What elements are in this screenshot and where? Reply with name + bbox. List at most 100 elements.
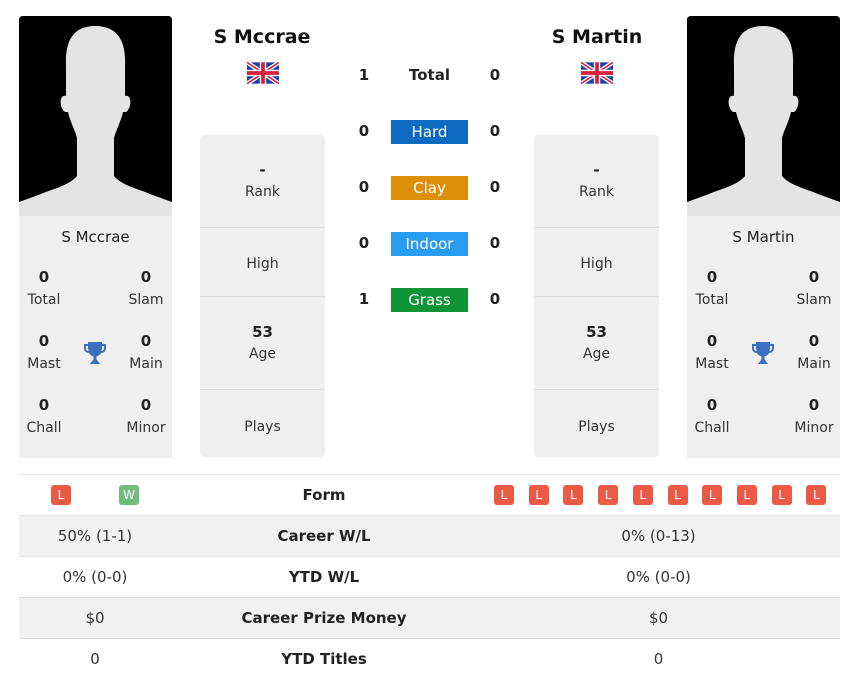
stat-label: Main	[797, 356, 831, 372]
form-loss-badge[interactable]: L	[563, 485, 584, 505]
form-loss-badge[interactable]: L	[806, 485, 827, 505]
stat-label: Minor	[126, 420, 166, 436]
h2h-total-row: 1 Total 0	[340, 64, 520, 88]
age-value: 53	[586, 323, 607, 341]
form-win-badge[interactable]: W	[119, 485, 139, 505]
stat-value: 0	[808, 332, 820, 350]
silhouette-icon	[687, 16, 840, 216]
h2h-right-value: 0	[489, 290, 501, 308]
left-value: $0	[85, 609, 105, 627]
player-name-right-card[interactable]: S Martin	[687, 228, 840, 246]
form-loss-badge[interactable]: L	[632, 485, 653, 505]
surface-grass-badge[interactable]: Grass	[391, 288, 468, 312]
stat-value: 0	[38, 332, 50, 350]
rank-label: Rank	[245, 184, 280, 200]
form-loss-badge[interactable]: L	[667, 485, 688, 505]
uk-flag-icon	[247, 62, 279, 84]
stat-label: Chall	[26, 420, 62, 436]
right-value: 0% (0-13)	[621, 527, 696, 545]
stat-label: Minor	[794, 420, 834, 436]
row-label: YTD W/L	[288, 568, 360, 586]
surface-indoor-badge[interactable]: Indoor	[391, 232, 468, 256]
trophy-icon	[752, 342, 774, 364]
age-label: Age	[248, 346, 277, 362]
silhouette-icon	[19, 16, 172, 216]
form-loss-badge[interactable]: L	[528, 485, 549, 505]
stat-total: 0 Total	[682, 268, 742, 308]
h2h-indoor-row: 0 Indoor 0	[340, 232, 520, 256]
rank-cell: - Rank	[534, 135, 659, 228]
h2h-total-label: Total	[409, 66, 450, 84]
high-cell: High	[200, 228, 325, 297]
stat-total: 0 Total	[14, 268, 74, 308]
player-name-left-card[interactable]: S Mccrae	[19, 228, 172, 246]
stat-label: Chall	[694, 420, 730, 436]
high-label: High	[580, 256, 613, 272]
plays-label: Plays	[244, 419, 281, 435]
stat-slam: 0 Slam	[116, 268, 176, 308]
surface-hard-badge[interactable]: Hard	[391, 120, 468, 144]
high-cell: High	[534, 228, 659, 297]
h2h-clay-row: 0 Clay 0	[340, 176, 520, 200]
form-loss-badge[interactable]: L	[494, 485, 514, 505]
plays-cell: Plays	[200, 390, 325, 457]
stat-value: 0	[38, 396, 50, 414]
player-name-right[interactable]: S Martin	[497, 26, 697, 48]
row-label: YTD Titles	[281, 650, 367, 668]
age-value: 53	[252, 323, 273, 341]
comparison-table: LW Form LLLLLLLLLL 50% (1-1) Career W/L …	[19, 474, 840, 680]
uk-flag-icon	[581, 62, 613, 84]
stat-label: Slam	[128, 292, 164, 308]
h2h-right-value: 0	[489, 234, 501, 252]
stat-value: 0	[140, 396, 152, 414]
left-value: 0% (0-0)	[62, 568, 128, 586]
stat-main: 0 Main	[116, 332, 176, 372]
titles-card-right: S Martin 0 Total 0 Slam 0 Mast 0 Main 0 …	[687, 216, 840, 458]
h2h-right-value: 0	[489, 178, 501, 196]
rank-value: -	[259, 161, 266, 179]
age-cell: 53 Age	[200, 297, 325, 390]
table-row: 0 YTD Titles 0	[19, 639, 840, 680]
right-value: $0	[648, 609, 669, 627]
form-row: LW Form LLLLLLLLLL	[19, 475, 840, 516]
stat-value: 0	[706, 332, 718, 350]
surface-clay-badge[interactable]: Clay	[391, 176, 468, 200]
h2h-grass-row: 1 Grass 0	[340, 288, 520, 312]
rank-label: Rank	[579, 184, 614, 200]
stat-label: Slam	[796, 292, 832, 308]
stat-mast: 0 Mast	[14, 332, 74, 372]
stat-chall: 0 Chall	[14, 396, 74, 436]
form-loss-badge[interactable]: L	[51, 485, 71, 505]
left-value: 50% (1-1)	[57, 527, 133, 545]
h2h-right-value: 0	[489, 122, 501, 140]
form-loss-badge[interactable]: L	[736, 485, 757, 505]
stat-label: Mast	[695, 356, 729, 372]
table-row: $0 Career Prize Money $0	[19, 598, 840, 639]
high-label: High	[246, 256, 279, 272]
age-cell: 53 Age	[534, 297, 659, 390]
stat-value: 0	[706, 268, 718, 286]
stat-slam: 0 Slam	[784, 268, 844, 308]
player-photo-right	[687, 16, 840, 216]
h2h-left-value: 0	[358, 178, 370, 196]
row-label: Career Prize Money	[241, 609, 407, 627]
form-loss-badge[interactable]: L	[598, 485, 619, 505]
stat-value: 0	[38, 268, 50, 286]
info-card-left: - Rank High 53 Age Plays	[200, 135, 325, 457]
right-value: 0	[653, 650, 664, 668]
h2h-left-value: 0	[358, 122, 370, 140]
form-loss-badge[interactable]: L	[702, 485, 723, 505]
right-value: 0% (0-0)	[626, 568, 691, 586]
stat-label: Main	[129, 356, 163, 372]
trophy-icon	[84, 342, 106, 364]
h2h-left-value: 1	[358, 66, 370, 84]
stat-value: 0	[706, 396, 718, 414]
h2h-left-value: 0	[358, 234, 370, 252]
table-row: 50% (1-1) Career W/L 0% (0-13)	[19, 516, 840, 557]
form-loss-badge[interactable]: L	[771, 485, 792, 505]
rank-value: -	[593, 161, 600, 179]
player-name-left[interactable]: S Mccrae	[162, 26, 362, 48]
stat-mast: 0 Mast	[682, 332, 742, 372]
info-card-right: - Rank High 53 Age Plays	[534, 135, 659, 457]
rank-cell: - Rank	[200, 135, 325, 228]
